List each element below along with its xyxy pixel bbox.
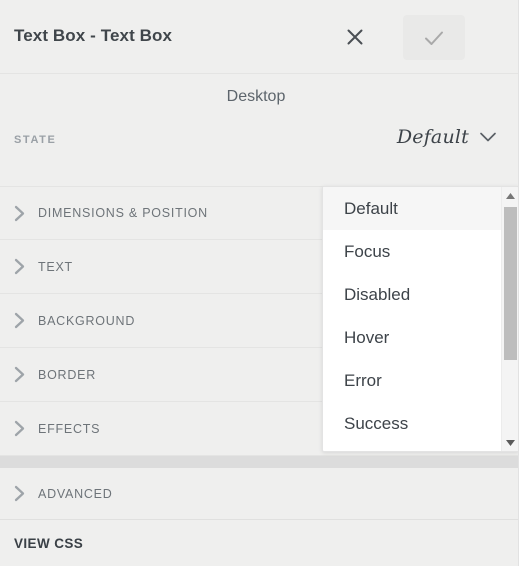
scroll-up-button[interactable] — [502, 187, 518, 204]
state-label: STATE — [14, 134, 57, 146]
chevron-right-icon — [0, 258, 38, 275]
settings-panel-screen: Text Box - Text Box Desktop STATE Defaul… — [0, 0, 530, 566]
close-button[interactable] — [338, 20, 372, 54]
section-label: ADVANCED — [38, 486, 113, 501]
view-css-label: VIEW CSS — [14, 535, 84, 551]
scrollbar-thumb[interactable] — [504, 207, 517, 360]
state-option-error[interactable]: Error — [323, 359, 501, 402]
state-selected-value: Default — [396, 126, 469, 148]
triangle-down-icon — [505, 439, 516, 447]
section-divider-band — [0, 456, 518, 468]
chevron-right-icon — [0, 205, 38, 222]
element-settings-panel: Text Box - Text Box Desktop STATE Defaul… — [0, 0, 519, 566]
section-label: DIMENSIONS & POSITION — [38, 206, 208, 220]
state-option-list: Default Focus Disabled Hover Error Succe… — [323, 187, 501, 451]
state-option-focus[interactable]: Focus — [323, 230, 501, 273]
section-row-advanced[interactable]: ADVANCED — [0, 468, 518, 520]
state-option-default[interactable]: Default — [323, 187, 501, 230]
page-title: Text Box - Text Box — [14, 26, 173, 45]
chevron-right-icon — [0, 420, 38, 437]
view-css-button[interactable]: VIEW CSS — [0, 520, 518, 566]
scroll-down-button[interactable] — [502, 434, 518, 451]
device-label: Desktop — [226, 88, 286, 105]
page-right-edge — [520, 0, 530, 566]
state-option-disabled[interactable]: Disabled — [323, 273, 501, 316]
state-row: STATE Default — [0, 122, 518, 184]
device-selector-row[interactable]: Desktop — [0, 74, 518, 122]
dropdown-scrollbar[interactable] — [501, 187, 518, 451]
section-label: TEXT — [38, 259, 73, 274]
triangle-up-icon — [505, 192, 516, 200]
chevron-right-icon — [0, 485, 38, 502]
confirm-button[interactable] — [403, 15, 465, 60]
check-icon — [422, 26, 446, 50]
close-icon — [345, 27, 365, 47]
chevron-right-icon — [0, 312, 38, 329]
state-option-hover[interactable]: Hover — [323, 316, 501, 359]
panel-header: Text Box - Text Box — [0, 0, 518, 74]
chevron-down-icon — [479, 131, 497, 143]
state-option-success[interactable]: Success — [323, 402, 501, 445]
chevron-right-icon — [0, 366, 38, 383]
state-dropdown-menu: Default Focus Disabled Hover Error Succe… — [322, 186, 518, 452]
state-dropdown-trigger[interactable]: Default — [397, 126, 497, 148]
section-label: BORDER — [38, 367, 96, 382]
section-label: BACKGROUND — [38, 313, 136, 328]
section-label: EFFECTS — [38, 421, 101, 436]
